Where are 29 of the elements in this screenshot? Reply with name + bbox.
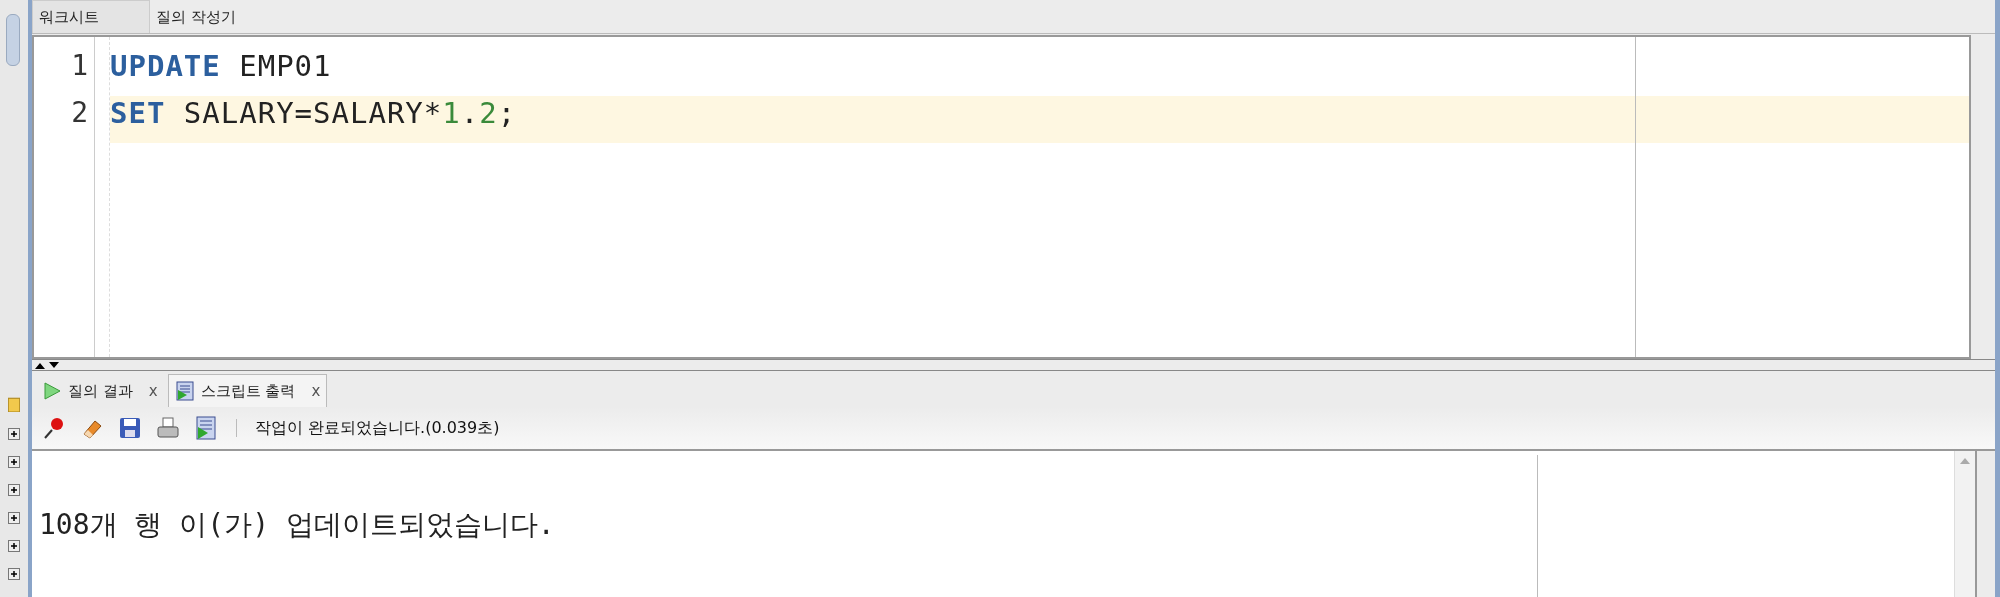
code-editor[interactable]: 1 2 UPDATE EMP01 SET SALARY=SALARY*1.2;	[32, 35, 1971, 359]
expand-icon[interactable]	[8, 568, 20, 580]
expand-icon[interactable]	[8, 456, 20, 468]
scroll-thumb[interactable]	[6, 14, 20, 66]
line-number: 2	[70, 96, 89, 131]
output-text: 108개 행 이(가) 업데이트되었습니다.	[39, 507, 555, 543]
expand-icon[interactable]	[8, 428, 20, 440]
code-line: UPDATE EMP01	[110, 49, 332, 83]
close-button[interactable]: x	[148, 382, 158, 400]
status-text: 작업이 완료되었습니다.(0.039초)	[255, 417, 500, 439]
expand-icon[interactable]	[8, 512, 20, 524]
folder-icon	[8, 396, 20, 412]
close-button[interactable]: x	[311, 382, 321, 400]
tab-label: 스크립트 출력	[200, 381, 296, 401]
expand-icon[interactable]	[8, 540, 20, 552]
pin-icon[interactable]	[42, 416, 66, 440]
worksheet-tab[interactable]: 질의 작성기	[150, 1, 266, 33]
document-play-icon[interactable]	[194, 416, 218, 440]
worksheet-tab[interactable]: 워크시트	[32, 0, 150, 33]
play-icon	[42, 381, 62, 401]
expand-icon[interactable]	[8, 484, 20, 496]
output-tab[interactable]: 스크립트 출력 x	[167, 374, 328, 407]
scrollbar[interactable]	[1954, 451, 1975, 597]
line-number: 1	[70, 49, 89, 84]
code-line: SET SALARY=SALARY*1.2;	[110, 96, 517, 130]
printer-icon[interactable]	[156, 416, 180, 440]
output-tab[interactable]: 질의 결과 x	[36, 375, 164, 407]
tab-label: 질의 결과	[68, 381, 133, 401]
document-play-icon	[174, 381, 195, 401]
